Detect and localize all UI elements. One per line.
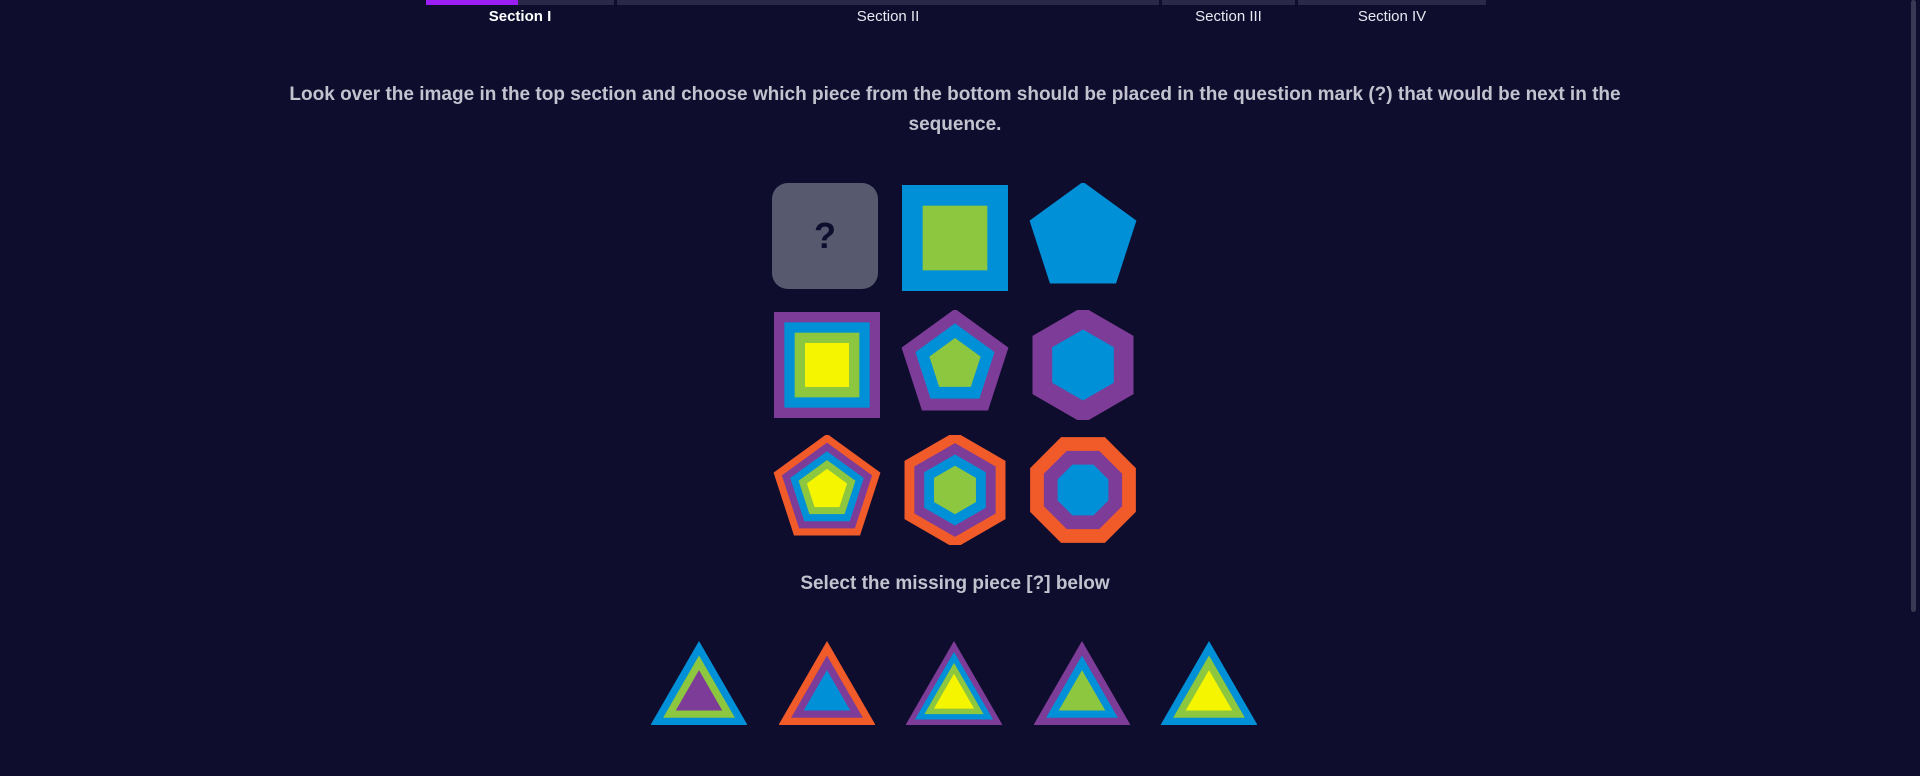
square-ring-2 [922, 205, 988, 271]
section-label: Section IV [1357, 8, 1427, 25]
answer-option-4[interactable] [1034, 640, 1130, 726]
puzzle-cell-1 [900, 183, 1010, 293]
answer-option-1[interactable] [651, 640, 747, 726]
answer-option-2[interactable] [779, 640, 875, 726]
puzzle-cell-2 [1028, 183, 1138, 293]
page: Section I Section II Section III Section… [0, 0, 1920, 776]
page-scrollbar[interactable] [1906, 0, 1920, 776]
section-progress-bar: Section I Section II Section III Section… [0, 0, 1920, 30]
section-track [617, 0, 1159, 5]
puzzle-cell-4 [900, 310, 1010, 420]
puzzle-cell-8 [1028, 435, 1138, 545]
section-tab-3[interactable]: Section III [1162, 0, 1295, 30]
puzzle-cell-7 [900, 435, 1010, 545]
section-track [1298, 0, 1486, 5]
puzzle-cell-3 [772, 310, 882, 420]
section-progress-fill [426, 0, 519, 5]
square-ring-4 [805, 343, 849, 387]
puzzle-cell-6 [772, 435, 882, 545]
section-label: Section I [488, 8, 552, 25]
puzzle-cell-5 [1028, 310, 1138, 420]
section-tab-1[interactable]: Section I [426, 0, 614, 30]
scrollbar-thumb[interactable] [1911, 0, 1916, 612]
section-label: Section II [856, 8, 920, 25]
missing-piece-placeholder: ? [772, 183, 878, 289]
select-missing-piece-label: Select the missing piece [?] below [800, 573, 1110, 594]
octagon-ring-3 [1057, 464, 1109, 516]
question-instructions: Look over the image in the top section a… [289, 84, 1621, 135]
answer-option-5[interactable] [1161, 640, 1257, 726]
pentagon-ring-1 [1029, 183, 1137, 284]
section-tab-4[interactable]: Section IV [1298, 0, 1486, 30]
section-label: Section III [1195, 8, 1262, 25]
section-tab-2[interactable]: Section II [617, 0, 1159, 30]
section-track [1162, 0, 1295, 5]
answer-option-3[interactable] [906, 640, 1002, 726]
